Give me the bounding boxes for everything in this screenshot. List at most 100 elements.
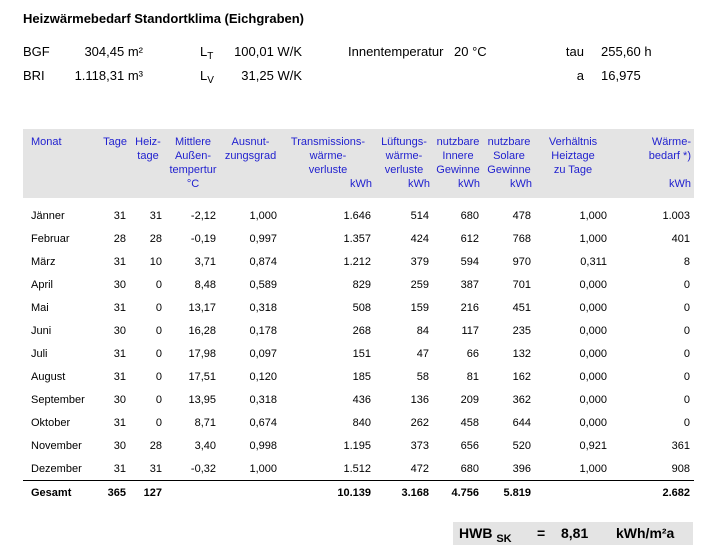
table-cell: 0: [155, 278, 162, 291]
page-title: Heizwärmebedarf Standortklima (Eichgrabe…: [23, 11, 305, 26]
table-cell: 1.212: [343, 255, 371, 268]
table-cell: 0,921: [579, 439, 607, 452]
bgf-value: 304,45 m²: [84, 44, 143, 59]
table-cell: 0,311: [580, 255, 607, 268]
table-cell: 0,000: [579, 301, 607, 314]
table-cell: 387: [460, 278, 479, 291]
unit-cell: kWh: [458, 178, 480, 190]
table-cell: 31: [113, 301, 126, 314]
table-cell: 0,000: [579, 324, 607, 337]
table-row: März 31 10 3,71 0,874 1.212 379 594 970 0,311 8: [23, 250, 694, 273]
table-cell: Juni: [31, 324, 52, 337]
table-cell: November: [31, 439, 82, 452]
total-cell: 365: [90, 480, 130, 505]
table-cell: 0,178: [249, 324, 277, 337]
total-cell: 2.682: [611, 480, 694, 505]
table-cell: 209: [460, 393, 479, 406]
table-cell: 16,28: [188, 324, 216, 337]
table-cell: 0,000: [579, 370, 607, 383]
table-row: Juli 31 0 17,98 0,097 151 47 66 132 0,000 0: [23, 342, 694, 365]
bgf-label: BGF: [23, 44, 50, 59]
table-row: April 30 0 8,48 0,589 829 259 387 701 0,000 0: [23, 273, 694, 296]
table-cell: 132: [512, 347, 531, 360]
table-cell: September: [31, 393, 85, 406]
table-cell: 472: [410, 462, 429, 475]
hwb-unit: kWh/m²a: [616, 525, 675, 541]
table-cell: 1,000: [579, 232, 607, 245]
col-header-monat: Monat: [31, 136, 62, 148]
bri-label: BRI: [23, 68, 45, 83]
unit-cell: [130, 177, 166, 198]
table-cell: 185: [352, 370, 371, 383]
table-cell: 31: [113, 416, 126, 429]
table-cell: 656: [460, 439, 479, 452]
table-cell: 17,51: [188, 370, 216, 383]
table-cell: 0: [155, 370, 162, 383]
table-cell: 0: [683, 278, 690, 291]
hwb-result-box: HWB SK = 8,81 kWh/m²a: [453, 522, 693, 545]
col-header-ausnutzungsgrad: Ausnut- zungsgrad: [224, 136, 277, 162]
table-cell: 0: [683, 393, 690, 406]
col-header-solare-gewinne: nutzbare Solare Gewinne: [487, 136, 531, 176]
table-cell: 829: [352, 278, 371, 291]
col-header-innere-gewinne: nutzbare Innere Gewinne: [436, 136, 480, 176]
table-cell: 28: [149, 439, 162, 452]
table-cell: 8,71: [194, 416, 216, 429]
table-cell: 0: [155, 301, 162, 314]
table-cell: 840: [352, 416, 371, 429]
table-cell: 0: [155, 347, 162, 360]
total-cell: Gesamt: [23, 480, 90, 505]
table-cell: 0: [683, 301, 690, 314]
tau-value: 255,60 h: [601, 44, 652, 59]
table-cell: 0,000: [579, 416, 607, 429]
table-cell: 0,000: [579, 347, 607, 360]
bri-value: 1.118,31 m³: [74, 68, 143, 83]
table-cell: 151: [352, 347, 371, 360]
table-cell: 0,997: [249, 232, 277, 245]
table-cell: 508: [352, 301, 371, 314]
total-cell: 127: [130, 480, 166, 505]
table-cell: 0: [155, 393, 162, 406]
total-cell: [166, 480, 220, 505]
col-header-waermebedarf: Wärme- bedarf *): [648, 136, 691, 162]
table-cell: 47: [416, 347, 429, 360]
table-cell: 0,000: [579, 393, 607, 406]
table-cell: 81: [466, 370, 479, 383]
total-cell: 3.168: [375, 480, 433, 505]
table-cell: 0: [683, 324, 690, 337]
table-cell: 31: [149, 462, 162, 475]
col-header-verhaeltnis: Verhältnis Heiztage zu Tage: [548, 136, 598, 176]
innentemperatur-value: 20 °C: [454, 44, 487, 59]
table-cell: -2,12: [190, 210, 216, 222]
table-cell: Februar: [31, 232, 70, 245]
table-cell: 520: [512, 439, 531, 452]
table-cell: Dezember: [31, 462, 82, 475]
table-cell: 3,71: [194, 255, 216, 268]
a-label: a: [576, 68, 584, 83]
lv-label: LV: [200, 68, 214, 86]
table-cell: Oktober: [31, 416, 71, 429]
table-cell: 1.195: [343, 439, 371, 452]
total-row: Gesamt 365 127 10.139 3.168 4.756 5.819 2.682: [23, 480, 694, 505]
table-cell: März: [31, 255, 56, 268]
col-header-aussentemperatur: Mittlere Außen- tempertur: [169, 136, 217, 176]
table-cell: 8: [683, 255, 690, 268]
lt-value: 100,01 W/K: [234, 44, 302, 59]
table-cell: 451: [512, 301, 531, 314]
table-cell: 1.512: [343, 462, 371, 475]
table-cell: 1,000: [249, 210, 277, 222]
table-cell: 31: [149, 210, 162, 222]
table-cell: 66: [466, 347, 479, 360]
table-row: Februar 28 28 -0,19 0,997 1.357 424 612 768 1,000…: [23, 227, 694, 250]
table-cell: 13,95: [188, 393, 216, 406]
hwb-label: HWB SK: [459, 525, 512, 545]
table-cell: 3,40: [194, 439, 216, 452]
table-cell: 136: [410, 393, 429, 406]
table-cell: 478: [512, 210, 531, 222]
table-cell: 1.357: [343, 232, 371, 245]
table-cell: 401: [671, 232, 690, 245]
unit-cell: [90, 177, 130, 198]
table-cell: 1,000: [249, 462, 277, 475]
table-row: Juni 30 0 16,28 0,178 268 84 117 235 0,000 0: [23, 319, 694, 342]
table-row: November 30 28 3,40 0,998 1.195 373 656 520 0,921…: [23, 434, 694, 457]
